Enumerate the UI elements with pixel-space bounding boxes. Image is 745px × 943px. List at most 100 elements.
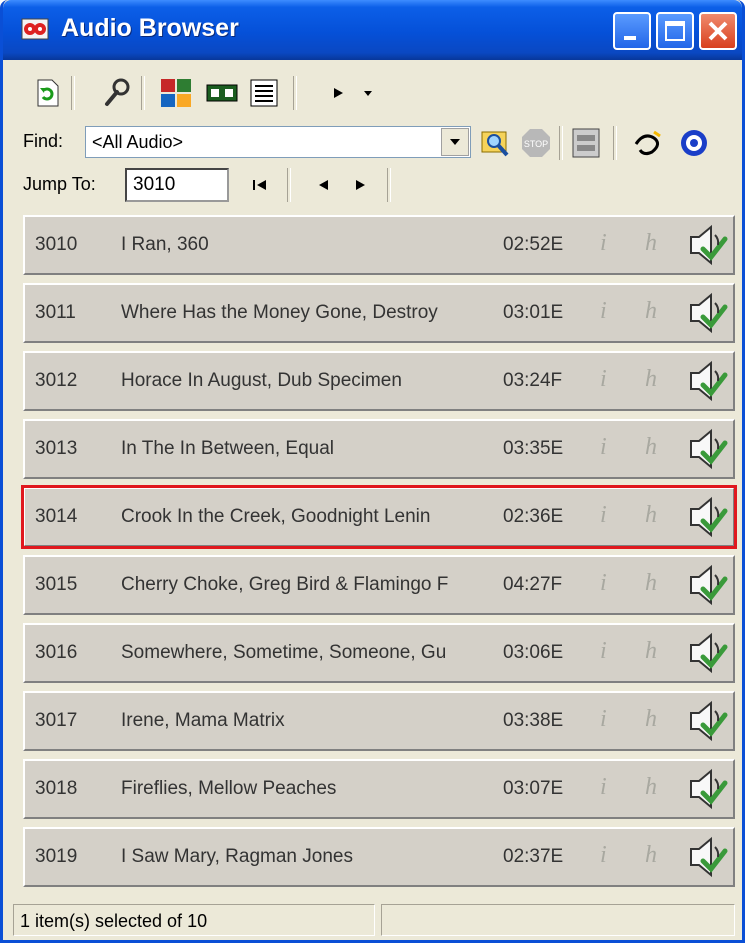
wrench-icon [105,78,130,106]
info-icon[interactable]: i [600,842,607,869]
speaker-check-icon[interactable] [685,427,729,471]
item-duration: 03:24F [503,370,563,391]
find-combobox[interactable]: <All Audio> [85,126,471,158]
filter-button[interactable] [569,126,603,160]
speaker-check-icon[interactable] [685,767,729,811]
history-icon[interactable]: h [645,638,657,665]
item-duration: 04:27F [503,574,563,595]
history-icon[interactable]: h [645,434,657,461]
search-button[interactable] [479,126,513,160]
item-number: 3010 [35,234,78,255]
list-item[interactable]: 3011 Where Has the Money Gone, Destroy 03:… [23,283,735,343]
info-icon[interactable]: i [600,230,607,257]
tape-button[interactable] [205,76,239,110]
item-title: I Ran, 360 [121,234,209,255]
chevron-down-icon [450,139,460,145]
info-icon[interactable]: i [600,502,607,529]
maximize-button[interactable] [656,12,694,50]
item-title: Somewhere, Sometime, Someone, Gu [121,642,447,663]
item-number: 3014 [35,506,78,527]
close-button[interactable] [699,12,737,50]
history-icon[interactable]: h [645,570,657,597]
history-icon[interactable]: h [645,842,657,869]
speaker-check-icon[interactable] [685,495,729,539]
toolbar [17,70,735,116]
search-icon [481,131,509,157]
list-view-icon [250,79,278,107]
item-title: Crook In the Creek, Goodnight Lenin [121,506,431,527]
find-dropdown-button[interactable] [441,128,469,156]
stop-button[interactable]: STOP [519,126,553,160]
history-icon[interactable]: h [645,230,657,257]
list-item[interactable]: 3017 Irene, Mama Matrix 03:38E i h [23,691,735,751]
item-number: 3017 [35,710,78,731]
jump-bar: Jump To: [17,166,735,208]
list-item[interactable]: 3010 I Ran, 360 02:52E i h [23,215,735,275]
color-grid-button[interactable] [159,76,193,110]
history-icon[interactable]: h [645,502,657,529]
speaker-check-icon[interactable] [685,835,729,879]
list-item[interactable]: 3012 Horace In August, Dub Specimen 03:24F… [23,351,735,411]
list-item[interactable]: 3019 I Saw Mary, Ragman Jones 02:37E i h [23,827,735,887]
settings-button[interactable] [99,76,133,110]
speaker-check-icon[interactable] [685,631,729,675]
link-icon [634,130,661,156]
next-button[interactable] [343,168,377,202]
list-item[interactable]: 3013 In The In Between, Equal 03:35E i h [23,419,735,479]
info-icon[interactable]: i [600,774,607,801]
speaker-check-icon[interactable] [685,223,729,267]
speaker-check-icon[interactable] [685,563,729,607]
speaker-check-icon[interactable] [685,699,729,743]
item-title: Fireflies, Mellow Peaches [121,778,337,799]
item-title: In The In Between, Equal [121,438,335,459]
info-icon[interactable]: i [600,366,607,393]
list-item[interactable]: 3015 Cherry Choke, Greg Bird & Flamingo F… [23,555,735,615]
target-button[interactable] [677,126,711,160]
list-item[interactable]: 3014 Crook In the Creek, Goodnight Lenin 0… [21,485,737,549]
item-number: 3013 [35,438,78,459]
refresh-button[interactable] [31,76,65,110]
find-label: Find: [23,131,64,151]
list-view-button[interactable] [247,76,281,110]
info-icon[interactable]: i [600,298,607,325]
history-icon[interactable]: h [645,774,657,801]
item-duration: 03:38E [503,710,564,731]
tape-icon [206,84,238,102]
info-icon[interactable]: i [600,706,607,733]
item-number: 3015 [35,574,78,595]
info-icon[interactable]: i [600,570,607,597]
list-item[interactable]: 3018 Fireflies, Mellow Peaches 03:07E i h [23,759,735,819]
filter-icon [572,128,600,158]
item-number: 3011 [35,302,76,323]
info-icon[interactable]: i [600,638,607,665]
target-icon [681,130,707,156]
item-title: Irene, Mama Matrix [121,710,285,731]
maximize-icon [665,21,685,41]
speaker-check-icon[interactable] [685,359,729,403]
history-icon[interactable]: h [645,366,657,393]
item-title: Cherry Choke, Greg Bird & Flamingo F [121,574,449,595]
item-number: 3016 [35,642,78,663]
item-duration: 02:37E [503,846,564,867]
info-icon[interactable]: i [600,434,607,461]
title-bar[interactable]: Audio Browser [3,0,742,60]
play-options-dropdown[interactable] [351,76,385,110]
previous-button[interactable] [307,168,341,202]
link-button[interactable] [631,126,665,160]
jump-to-input[interactable] [125,168,229,202]
jump-first-button[interactable] [243,168,277,202]
history-icon[interactable]: h [645,298,657,325]
status-text: 1 item(s) selected of 10 [20,911,208,931]
item-number: 3019 [35,846,78,867]
svg-text:STOP: STOP [524,139,548,149]
item-duration: 02:52E [503,234,564,255]
play-button[interactable] [321,76,355,110]
speaker-check-icon[interactable] [685,291,729,335]
next-icon [356,180,365,190]
list-item[interactable]: 3016 Somewhere, Sometime, Someone, Gu 03:0… [23,623,735,683]
minimize-button[interactable] [613,12,651,50]
audio-browser-window: Audio Browser Find: <All Audio> STOP Jum… [0,0,745,943]
close-icon [708,21,728,41]
history-icon[interactable]: h [645,706,657,733]
item-title: I Saw Mary, Ragman Jones [121,846,353,867]
